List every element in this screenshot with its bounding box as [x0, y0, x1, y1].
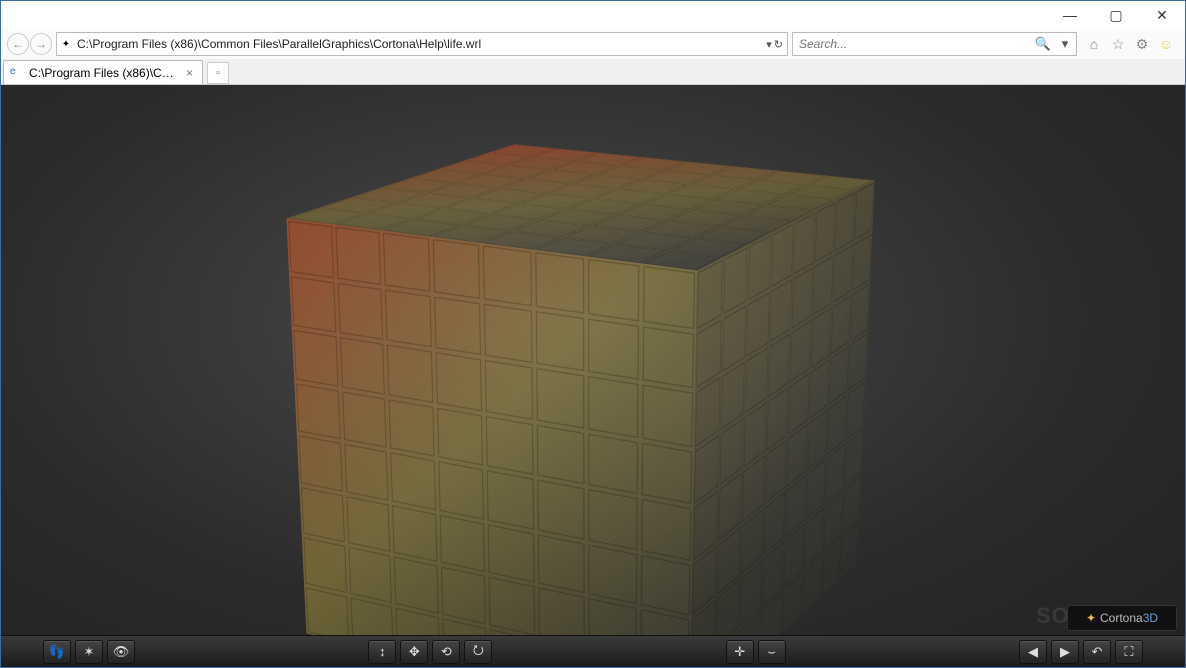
maximize-button[interactable]: ▢ — [1093, 1, 1139, 29]
close-button[interactable]: ✕ — [1139, 1, 1185, 29]
next-view-button[interactable]: ▶ — [1051, 640, 1079, 664]
tab-title: C:\Program Files (x86)\Co... — [29, 66, 178, 80]
address-dropdown-icon[interactable]: ▾ — [766, 38, 772, 51]
search-box[interactable]: 🔍 ▾ — [792, 32, 1077, 56]
vrml-file-icon: ✦ — [57, 39, 75, 50]
favorites-icon[interactable]: ☆ — [1109, 36, 1127, 53]
home-icon[interactable]: ⌂ — [1085, 36, 1103, 53]
logo-spark-icon: ✦ — [1086, 611, 1096, 625]
prev-view-button[interactable]: ◀ — [1019, 640, 1047, 664]
fly-button[interactable]: ✶ — [75, 640, 103, 664]
viewpoint-group: ◀ ▶ ↶ ⛶ — [1019, 640, 1143, 664]
walk-button[interactable]: 👣 — [43, 640, 71, 664]
turn-button[interactable]: ⟲ — [432, 640, 460, 664]
minimize-button[interactable]: — — [1047, 1, 1093, 29]
search-input[interactable] — [793, 37, 1032, 51]
pan-button[interactable]: ✥ — [400, 640, 428, 664]
target-group: ✛ ⌣ — [726, 640, 786, 664]
search-dropdown-icon[interactable]: ▾ — [1054, 36, 1076, 52]
cortona-3d-viewport[interactable]: SOFTPEDIA ✦ Cortona3D 👣 ✶ 👁 ↕ ✥ ⟲ ⭮ ✛ ⌣ — [1, 85, 1185, 667]
browser-window: — ▢ ✕ ← → ✦ C:\Program Files (x86)\Commo… — [0, 0, 1186, 668]
goto-button[interactable]: ✛ — [726, 640, 754, 664]
roll-button[interactable]: ⭮ — [464, 640, 492, 664]
tools-icon[interactable]: ⚙ — [1133, 36, 1151, 53]
tab-strip: e C:\Program Files (x86)\Co... × ▫ — [1, 59, 1185, 85]
search-icon[interactable]: 🔍 — [1032, 36, 1054, 52]
tab-active[interactable]: e C:\Program Files (x86)\Co... × — [3, 60, 203, 84]
new-tab-button[interactable]: ▫ — [207, 62, 229, 84]
logo-text: Cortona — [1100, 611, 1143, 625]
ie-page-icon: e — [10, 66, 24, 80]
address-text: C:\Program Files (x86)\Common Files\Para… — [75, 37, 762, 51]
tab-close-button[interactable]: × — [183, 66, 196, 80]
cube-scene — [383, 195, 803, 615]
plan-button[interactable]: ↕ — [368, 640, 396, 664]
back-button[interactable]: ← — [7, 33, 29, 55]
cube-front-face — [286, 218, 697, 667]
address-bar[interactable]: ✦ C:\Program Files (x86)\Common Files\Pa… — [56, 32, 788, 56]
navigation-bar: ← → ✦ C:\Program Files (x86)\Common File… — [1, 29, 1185, 59]
refresh-button[interactable]: ↻ — [774, 38, 783, 51]
restore-view-button[interactable]: ↶ — [1083, 640, 1111, 664]
move-group: ↕ ✥ ⟲ ⭮ — [368, 640, 492, 664]
forward-button[interactable]: → — [30, 33, 52, 55]
fit-view-button[interactable]: ⛶ — [1115, 640, 1143, 664]
nav-mode-group: 👣 ✶ 👁 — [43, 640, 135, 664]
examine-button[interactable]: 👁 — [107, 640, 135, 664]
cortona3d-logo[interactable]: ✦ Cortona3D — [1067, 605, 1177, 631]
cortona-toolbar: 👣 ✶ 👁 ↕ ✥ ⟲ ⭮ ✛ ⌣ ◀ ▶ ↶ ⛶ — [1, 635, 1185, 667]
straighten-button[interactable]: ⌣ — [758, 640, 786, 664]
titlebar: — ▢ ✕ — [1, 1, 1185, 29]
logo-suffix: 3D — [1143, 611, 1158, 625]
smiley-icon[interactable]: ☺ — [1157, 36, 1175, 53]
